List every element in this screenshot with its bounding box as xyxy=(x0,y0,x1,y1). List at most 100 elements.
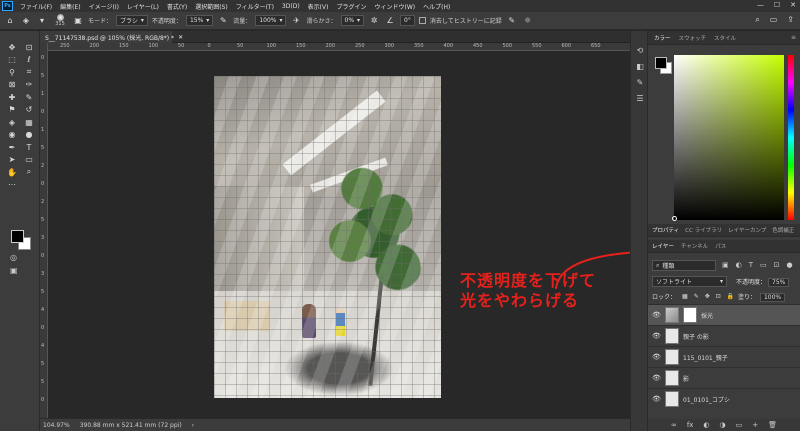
color-panel-icon[interactable]: ◧ xyxy=(635,61,645,71)
color-panel-foreground-swatch[interactable] xyxy=(655,57,667,69)
layer-row[interactable]: 👁 01_0101_コブシ xyxy=(648,388,800,409)
move-tool-icon[interactable]: ✥ xyxy=(5,41,19,54)
flow-field[interactable]: 100% ▾ xyxy=(255,15,287,26)
erase-to-history-checkbox[interactable] xyxy=(418,17,426,24)
menu-plugins[interactable]: プラグイン xyxy=(332,2,370,11)
lock-transparent-icon[interactable]: ▦ xyxy=(682,293,688,300)
smoothing-field[interactable]: 0% ▾ xyxy=(340,15,365,26)
menu-window[interactable]: ウィンドウ(W) xyxy=(370,2,419,11)
layer-row[interactable]: 👁 採光 xyxy=(648,304,800,325)
tab-cc-libraries[interactable]: CC ライブラリ xyxy=(685,226,722,234)
menu-3d[interactable]: 3D(D) xyxy=(278,3,304,10)
lock-artboard-icon[interactable]: ⊡ xyxy=(716,293,721,300)
mode-select[interactable]: ブラシ ▾ xyxy=(116,15,148,26)
pen-tool-icon[interactable]: ✒ xyxy=(5,141,19,154)
properties-panel-icon[interactable]: ☰ xyxy=(635,93,645,103)
eye-icon[interactable]: 👁 xyxy=(652,311,661,319)
path-select-tool-icon[interactable]: ➤ xyxy=(5,154,19,167)
dodge-tool-icon[interactable]: ● xyxy=(22,129,36,142)
home-icon[interactable]: ⌂ xyxy=(4,15,16,27)
workspace-icon[interactable]: ▭ xyxy=(770,15,778,25)
zoom-tool-icon[interactable]: ⌕ xyxy=(22,166,36,179)
layer-style-icon[interactable]: fx xyxy=(687,421,694,429)
quick-select-tool-icon[interactable]: ⚲ xyxy=(5,66,19,79)
quick-mask-icon[interactable]: ◎ xyxy=(10,253,17,262)
tab-adjustments[interactable]: 色調補正 xyxy=(772,226,794,234)
layer-mask-thumbnail[interactable] xyxy=(683,307,697,323)
delete-layer-icon[interactable]: 🗑 xyxy=(768,421,777,429)
healing-tool-icon[interactable]: ✚ xyxy=(5,91,19,104)
tab-channels[interactable]: チャンネル xyxy=(681,242,708,250)
document-tab[interactable]: S__71147538.psd @ 105% (採光, RGB/8*) * ✕ xyxy=(40,31,183,43)
menu-select[interactable]: 選択範囲(S) xyxy=(191,2,232,11)
search-icon[interactable]: ⌕ xyxy=(755,15,759,25)
crop-tool-icon[interactable]: ⌗ xyxy=(22,66,36,79)
layer-row[interactable]: 👁 親子 の影 xyxy=(648,325,800,346)
type-tool-icon[interactable]: T xyxy=(22,141,36,154)
airbrush-icon[interactable]: ✈ xyxy=(290,15,302,27)
shape-tool-icon[interactable]: ▭ xyxy=(22,154,36,167)
adjustment-layer-icon[interactable]: ◑ xyxy=(720,421,726,429)
layer-filter-select[interactable]: ⌕ 種類 xyxy=(652,260,716,271)
eraser-tool-icon[interactable]: ◈ xyxy=(5,116,19,129)
tab-layer-comps[interactable]: レイヤーカンプ xyxy=(728,226,766,234)
minimize-icon[interactable]: — xyxy=(757,1,764,9)
brush-preset-picker[interactable]: 315 xyxy=(52,14,68,28)
color-picker-marker[interactable] xyxy=(672,216,677,221)
brush-panel-icon[interactable]: ✎ xyxy=(635,77,645,87)
frame-tool-icon[interactable]: ⊠ xyxy=(5,79,19,92)
filter-adjustment-icon[interactable]: ◐ xyxy=(736,261,742,269)
filter-pixel-icon[interactable]: ▣ xyxy=(722,261,729,269)
eye-icon[interactable]: 👁 xyxy=(652,395,661,403)
brush-tool-icon[interactable]: ✎ xyxy=(22,91,36,104)
gradient-tool-icon[interactable]: ▦ xyxy=(22,116,36,129)
hue-slider[interactable] xyxy=(788,55,794,220)
filter-shape-icon[interactable]: ▭ xyxy=(760,261,767,269)
menu-help[interactable]: ヘルプ(H) xyxy=(419,2,454,11)
eyedropper-tool-icon[interactable]: ✑ xyxy=(22,79,36,92)
tab-properties[interactable]: プロパティ xyxy=(652,226,679,234)
zoom-level[interactable]: 104.97% xyxy=(43,422,70,429)
tab-styles[interactable]: スタイル xyxy=(714,34,736,42)
status-menu-arrow-icon[interactable]: › xyxy=(192,422,194,429)
more-tools-icon[interactable]: ⋯ xyxy=(5,179,19,192)
stamp-tool-icon[interactable]: ⚑ xyxy=(5,104,19,117)
layer-row[interactable]: 👁 115_0101_親子 xyxy=(648,346,800,367)
new-group-icon[interactable]: ▭ xyxy=(736,421,743,429)
tool-preset-chevron-icon[interactable]: ▾ xyxy=(36,15,48,27)
new-layer-icon[interactable]: + xyxy=(752,421,758,429)
pressure-size-icon[interactable]: ✎ xyxy=(506,15,518,27)
filter-toggle-icon[interactable]: ● xyxy=(787,261,793,269)
menu-view[interactable]: 表示(V) xyxy=(304,2,333,11)
tab-layers[interactable]: レイヤー xyxy=(652,242,674,250)
tab-swatches[interactable]: スウォッチ xyxy=(679,34,707,42)
screen-mode-icon[interactable]: ▣ xyxy=(10,266,18,275)
tab-paths[interactable]: パス xyxy=(715,242,726,250)
artboard-tool-icon[interactable]: ⊡ xyxy=(22,41,36,54)
link-layers-icon[interactable]: ∞ xyxy=(671,421,677,429)
eye-icon[interactable]: 👁 xyxy=(652,353,661,361)
maximize-icon[interactable]: ☐ xyxy=(774,1,780,9)
history-panel-icon[interactable]: ⟲ xyxy=(635,45,645,55)
lock-all-icon[interactable]: 🔒 xyxy=(727,293,734,300)
blend-mode-select[interactable]: ソフトライト ▾ xyxy=(652,276,727,287)
lasso-tool-icon[interactable]: ℓ xyxy=(22,54,36,67)
menu-filter[interactable]: フィルター(T) xyxy=(232,2,278,11)
panel-menu-icon[interactable]: ≡ xyxy=(791,34,796,41)
eye-icon[interactable]: 👁 xyxy=(652,374,661,382)
lock-image-icon[interactable]: ✎ xyxy=(694,293,699,300)
gear-icon[interactable]: ✲ xyxy=(368,15,380,27)
brush-settings-icon[interactable]: ▣ xyxy=(72,15,84,27)
opacity-field[interactable]: 15% ▾ xyxy=(185,15,214,26)
menu-layer[interactable]: レイヤー(L) xyxy=(123,2,163,11)
filter-type-icon[interactable]: T xyxy=(749,261,753,269)
marquee-tool-icon[interactable]: ⬚ xyxy=(5,54,19,67)
pressure-opacity-icon[interactable]: ✎ xyxy=(217,15,229,27)
filter-smart-object-icon[interactable]: ⊡ xyxy=(774,261,780,269)
eraser-tool-icon[interactable]: ◈ xyxy=(20,15,32,27)
fill-value[interactable]: 100% xyxy=(759,293,786,302)
symmetry-icon[interactable]: ⚛ xyxy=(522,15,534,27)
color-picker-field[interactable] xyxy=(674,55,784,220)
lock-position-icon[interactable]: ✥ xyxy=(705,293,710,300)
foreground-color-swatch[interactable] xyxy=(11,230,24,243)
